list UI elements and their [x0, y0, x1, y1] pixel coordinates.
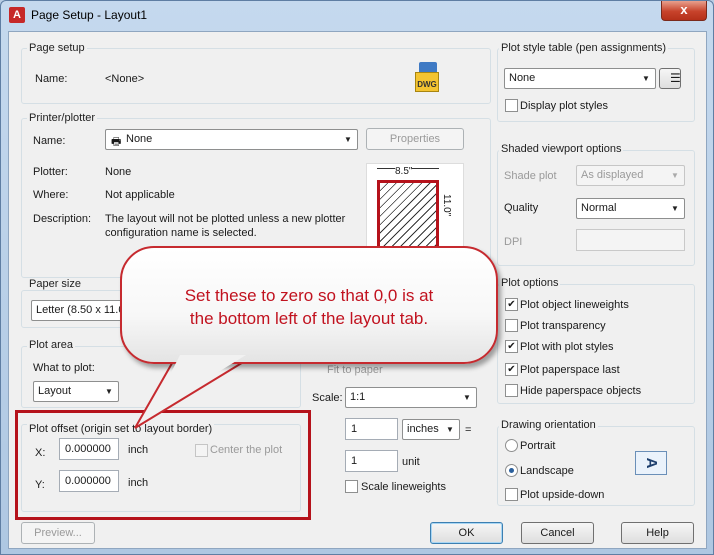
callout-tail-joint	[150, 355, 246, 414]
